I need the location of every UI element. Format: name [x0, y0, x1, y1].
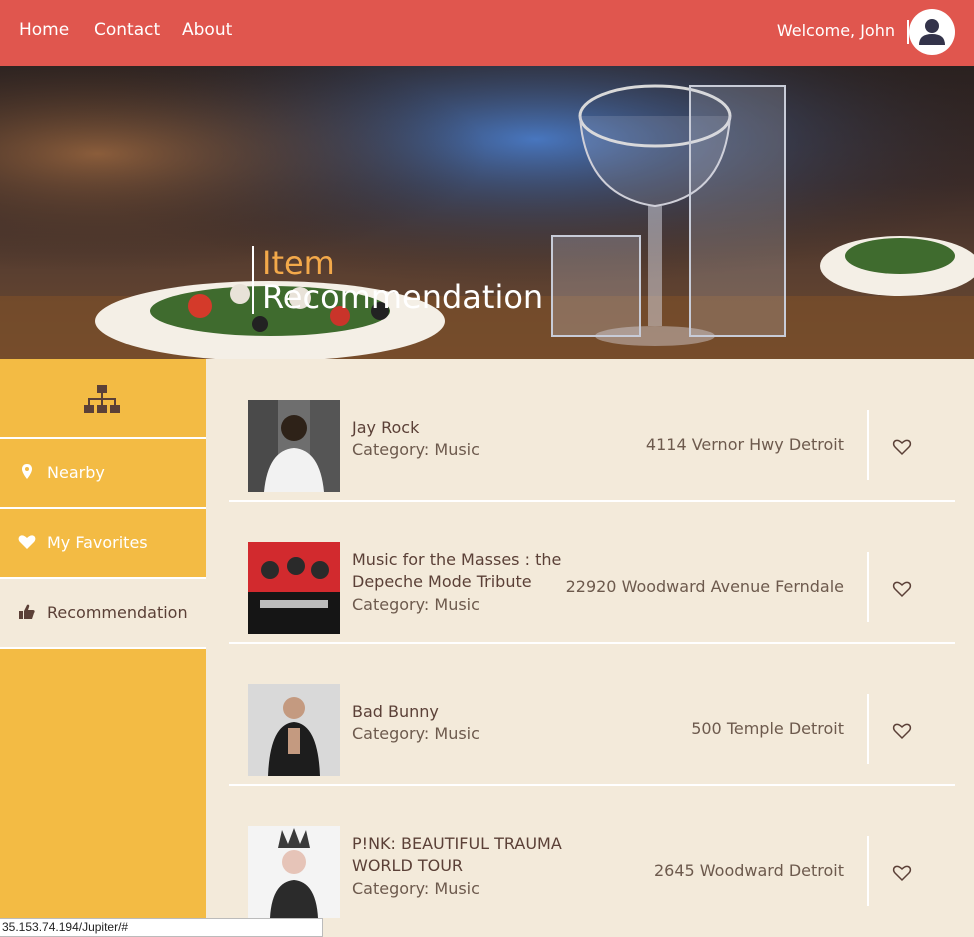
item-address: 22920 Woodward Avenue Ferndale: [565, 577, 844, 596]
nav-contact-link[interactable]: Contact: [94, 20, 160, 40]
heart-icon: [18, 535, 36, 549]
item-thumbnail[interactable]: [248, 400, 340, 492]
item-category: Category: Music: [352, 595, 480, 614]
item-category: Category: Music: [352, 440, 480, 459]
item-address: 500 Temple Detroit: [691, 719, 844, 738]
item-category: Category: Music: [352, 879, 480, 898]
sidebar-item-nearby[interactable]: Nearby: [0, 439, 206, 509]
favorite-heart-icon[interactable]: [892, 721, 912, 741]
item-thumbnail[interactable]: [248, 542, 340, 634]
hero-title-line1: Item: [262, 244, 335, 282]
user-icon: [919, 19, 945, 45]
nav-home-link[interactable]: Home: [19, 20, 69, 40]
sidebar: Nearby My Favorites Recommendation: [0, 359, 206, 935]
hero-title: Item Recommendation: [252, 246, 543, 314]
item-thumbnail[interactable]: [248, 684, 340, 776]
list-item: P!NK: BEAUTIFUL TRAUMA WORLD TOUR Catego…: [229, 785, 955, 926]
row-divider: [867, 694, 869, 764]
browser-status-url: 35.153.74.194/Jupiter/#: [0, 918, 323, 937]
list-item: Music for the Masses : the Depeche Mode …: [229, 501, 955, 644]
list-item: Jay Rock Category: Music 4114 Vernor Hwy…: [229, 359, 955, 502]
sidebar-item-label: Recommendation: [47, 603, 188, 622]
avatar[interactable]: [909, 9, 955, 55]
item-name[interactable]: Bad Bunny: [352, 701, 577, 723]
sidebar-item-recommendation[interactable]: Recommendation: [0, 579, 206, 649]
favorite-heart-icon[interactable]: [892, 579, 912, 599]
item-list: Jay Rock Category: Music 4114 Vernor Hwy…: [206, 359, 974, 935]
map-pin-icon: [22, 464, 32, 479]
row-divider: [867, 552, 869, 622]
item-name[interactable]: P!NK: BEAUTIFUL TRAUMA WORLD TOUR: [352, 833, 577, 877]
row-divider: [867, 836, 869, 906]
sidebar-item-label: Nearby: [47, 463, 105, 482]
item-thumbnail[interactable]: [248, 826, 340, 918]
item-address: 4114 Vernor Hwy Detroit: [645, 435, 844, 454]
favorite-heart-icon[interactable]: [892, 437, 912, 457]
list-item: Bad Bunny Category: Music 500 Temple Det…: [229, 643, 955, 786]
welcome-text: Welcome, John: [776, 21, 895, 40]
sitemap-icon[interactable]: [84, 385, 120, 415]
nav-about-link[interactable]: About: [182, 20, 232, 40]
favorite-heart-icon[interactable]: [892, 863, 912, 883]
item-name[interactable]: Jay Rock: [352, 417, 577, 439]
sidebar-item-favorites[interactable]: My Favorites: [0, 509, 206, 579]
thumbs-up-icon: [19, 604, 35, 619]
hero-banner: Item Recommendation: [0, 66, 974, 359]
row-divider: [867, 410, 869, 480]
hero-title-line2: Recommendation: [262, 278, 544, 316]
sidebar-item-label: My Favorites: [47, 533, 148, 552]
item-category: Category: Music: [352, 724, 480, 743]
sidebar-header: [0, 359, 206, 439]
item-address: 2645 Woodward Detroit: [653, 861, 844, 880]
top-nav: Home Contact About Welcome, John: [0, 0, 974, 66]
item-name[interactable]: Music for the Masses : the Depeche Mode …: [352, 549, 577, 593]
